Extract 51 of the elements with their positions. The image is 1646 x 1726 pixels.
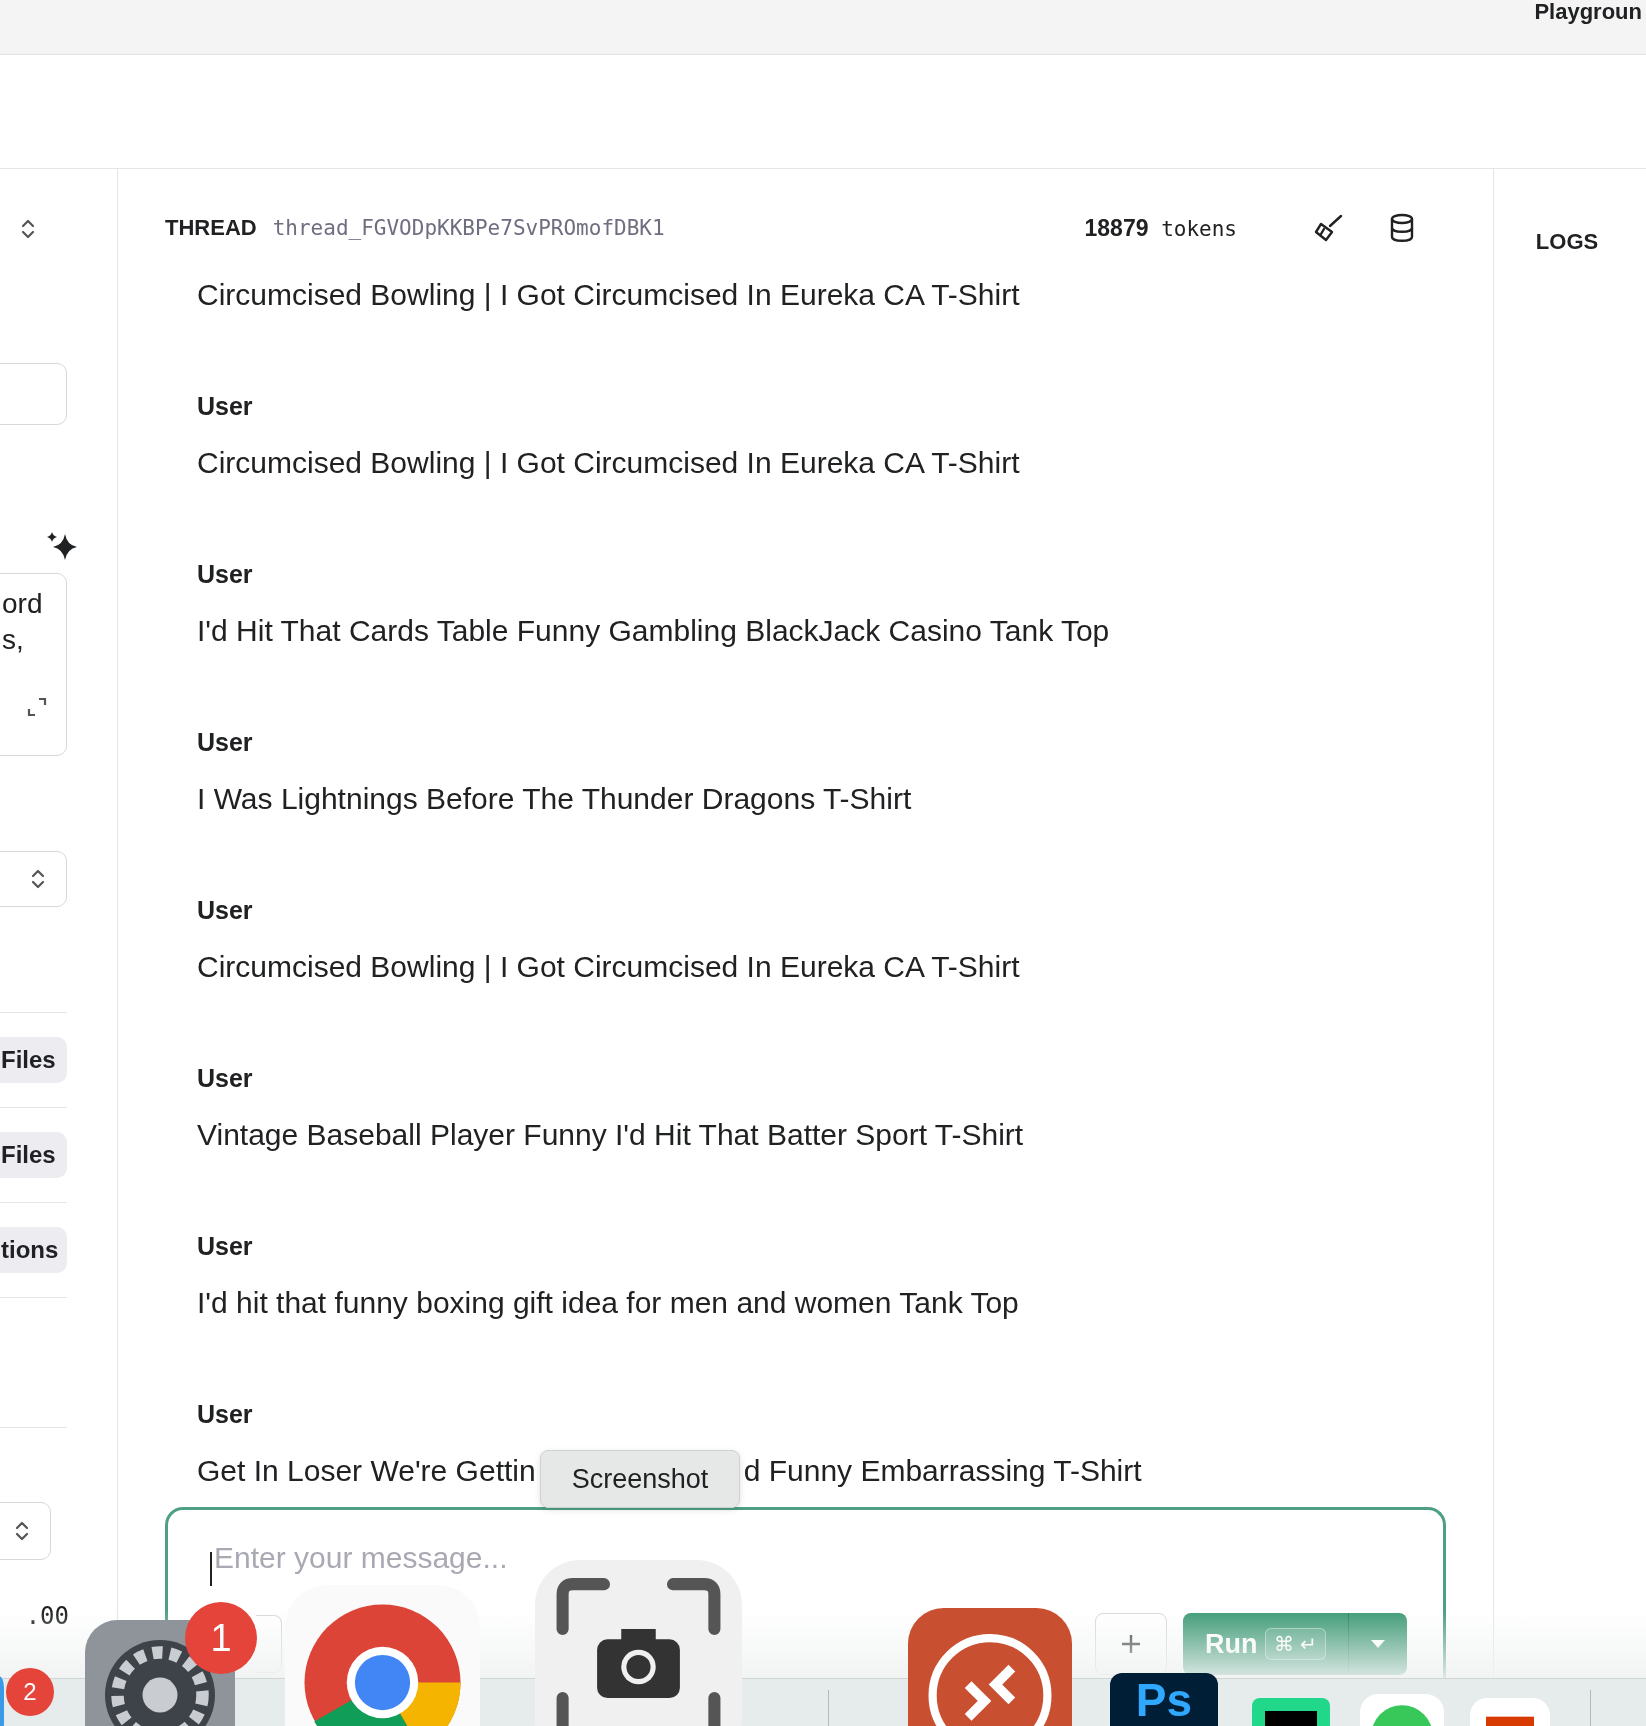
caret-icon [1370, 1639, 1386, 1649]
chevron-updown-icon [20, 217, 36, 241]
message-text: Circumcised Bowling | I Got Circumcised In Eureka CA T-Shirt [197, 949, 1020, 985]
field-text: ord [1, 587, 44, 621]
message-text: Circumcised Bowling | I Got Circumcised In Eureka CA T-Shirt [197, 277, 1020, 313]
logs-title[interactable]: LOGS [1535, 229, 1599, 255]
remote-desktop-icon[interactable] [908, 1608, 1072, 1726]
chevron-updown-icon [30, 867, 46, 891]
run-options-button[interactable] [1349, 1613, 1407, 1675]
app-title: Playgroun [1534, 0, 1642, 24]
tool-button[interactable]: Files [0, 1132, 67, 1178]
instructions-field[interactable]: ord s, [0, 573, 67, 756]
message-role: User [197, 1231, 254, 1261]
add-button[interactable] [1094, 1613, 1167, 1675]
chevron-updown-icon [14, 1519, 30, 1543]
app-logo-text: Ps [1135, 1675, 1193, 1725]
notification-badge: 2 [6, 1668, 54, 1716]
database-icon [1389, 213, 1415, 243]
field-text: s, [1, 623, 25, 657]
message-role: User [197, 1399, 254, 1429]
clear-button[interactable] [1313, 213, 1343, 243]
thread-id: thread_FGVODpKKBPe7SvPROmofDBK1 [272, 216, 665, 240]
message-text: d Funny Embarrassing T-Shirt [743, 1453, 1142, 1489]
token-count: 18879 tokens [1084, 214, 1237, 242]
sort-toggle[interactable] [20, 217, 36, 241]
message-text: I'd hit that funny boxing gift idea for men and women Tank Top [197, 1285, 1019, 1321]
text-field[interactable] [0, 363, 67, 425]
message-text: Vintage Baseball Player Funny I'd Hit That Batter Sport T-Shirt [197, 1117, 1024, 1153]
plus-icon [1119, 1633, 1142, 1655]
camera-icon[interactable] [535, 1560, 742, 1726]
broom-icon [1313, 213, 1343, 243]
message-text: I Was Lightnings Before The Thunder Dragons T-Shirt [197, 781, 912, 817]
message-role: User [197, 391, 254, 421]
database-button[interactable] [1389, 213, 1415, 243]
message-text: Circumcised Bowling | I Got Circumcised In Eureka CA T-Shirt [197, 445, 1020, 481]
message-text: I'd Hit That Cards Table Funny Gambling BlackJack Casino Tank Top [197, 613, 1110, 649]
select-field[interactable] [0, 851, 67, 907]
photoshop-icon[interactable]: Ps [1110, 1673, 1218, 1726]
sparkle-icon[interactable] [45, 531, 79, 561]
message-role: User [197, 727, 254, 757]
notification-badge: 1 [185, 1602, 257, 1674]
tooltip: Screenshot [540, 1450, 740, 1508]
message-role: User [197, 1063, 254, 1093]
tool-button[interactable]: tions [0, 1227, 67, 1273]
message-text: Get In Loser We're Gettin [197, 1453, 536, 1489]
expand-icon[interactable] [26, 696, 48, 718]
tool-button[interactable]: Files [0, 1037, 67, 1083]
value-text: .00 [25, 1602, 69, 1630]
message-role: User [197, 559, 254, 589]
thread-label: THREAD [165, 215, 257, 241]
message-role: User [197, 895, 254, 925]
